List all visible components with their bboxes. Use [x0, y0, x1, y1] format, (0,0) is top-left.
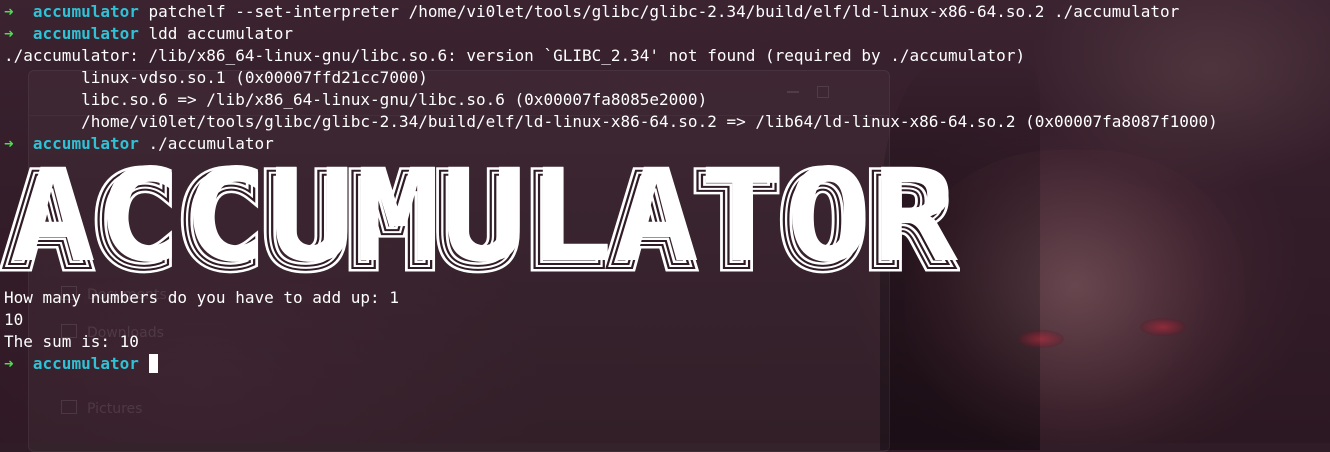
text-cursor [148, 354, 158, 373]
command-text: patchelf --set-interpreter /home/vi0let/… [148, 2, 1180, 21]
terminal-window[interactable]: ➜ accumulator patchelf --set-interpreter… [0, 0, 1330, 443]
ldd-output-line: linux-vdso.so.1 (0x00007ffd21cc7000) [4, 68, 428, 87]
prompt-directory: accumulator [32, 134, 139, 153]
program-prompt-question: How many numbers do you have to add up: … [4, 288, 399, 307]
terminal-line-run: ➜ accumulator ./accumulator [4, 133, 274, 155]
prompt-arrow-icon: ➜ [4, 24, 14, 43]
banner-text-fill: ACCUMULATOR [10, 160, 959, 280]
prompt-arrow-icon: ➜ [4, 2, 14, 21]
command-text: ./accumulator [148, 134, 274, 153]
prompt-arrow-icon: ➜ [4, 134, 14, 153]
program-input-number: 10 [4, 310, 24, 329]
terminal-active-prompt[interactable]: ➜ accumulator [4, 353, 158, 375]
prompt-arrow-icon: ➜ [4, 354, 14, 373]
terminal-line-ldd: ➜ accumulator ldd accumulator [4, 23, 293, 45]
ldd-error-output: ./accumulator: /lib/x86_64-linux-gnu/lib… [4, 46, 1026, 65]
ldd-output-line: libc.so.6 => /lib/x86_64-linux-gnu/libc.… [4, 90, 708, 109]
prompt-directory: accumulator [32, 24, 139, 43]
ldd-output-line: /home/vi0let/tools/glibc/glibc-2.34/buil… [4, 112, 1218, 131]
prompt-directory: accumulator [32, 2, 139, 21]
command-text: ldd accumulator [148, 24, 294, 43]
ascii-art-banner: ACCUMULATOR ACCUMULATOR ACCUMULATOR ACCU… [0, 160, 959, 280]
terminal-line-patchelf: ➜ accumulator patchelf --set-interpreter… [4, 1, 1179, 23]
prompt-directory: accumulator [32, 354, 139, 373]
program-result: The sum is: 10 [4, 332, 139, 351]
